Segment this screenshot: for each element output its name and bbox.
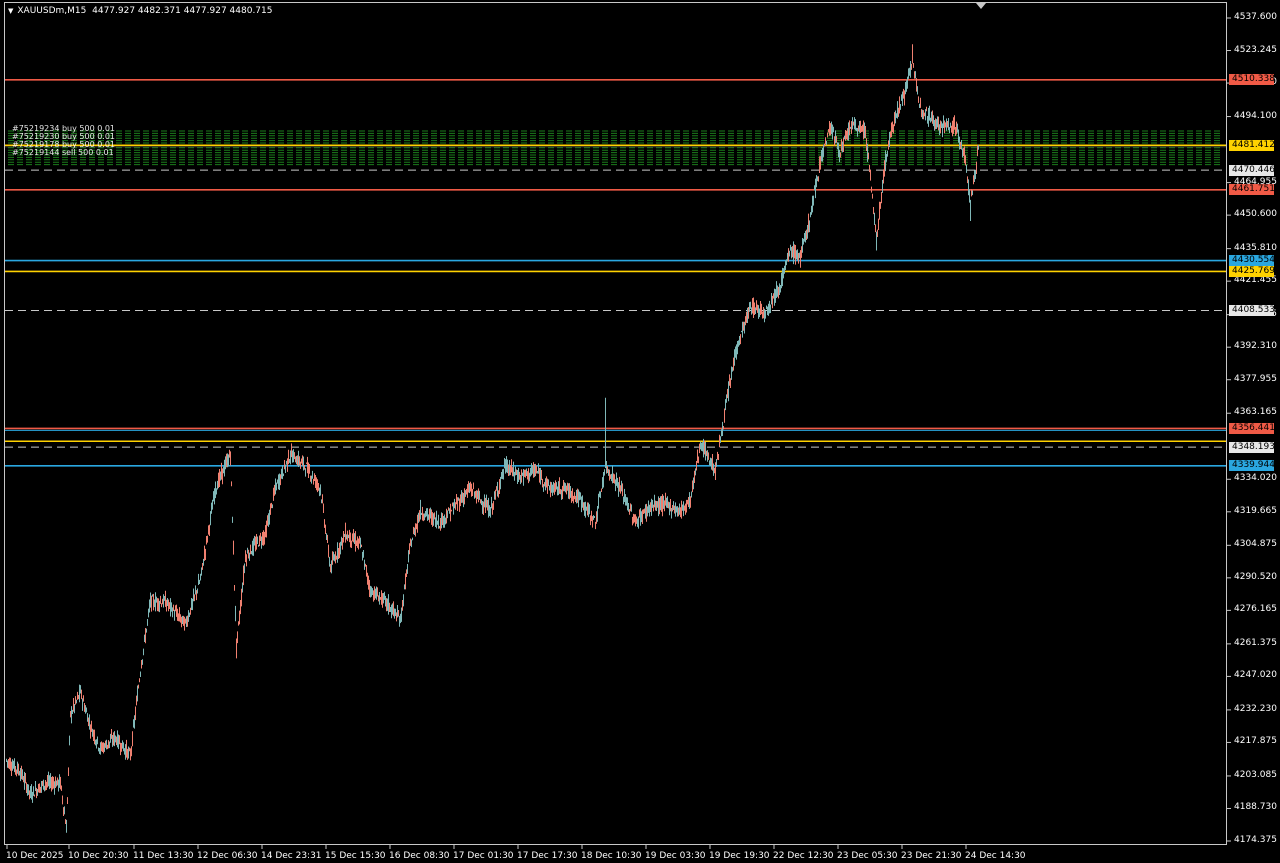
price-level-tag: 4510.338 bbox=[1229, 74, 1275, 86]
candlestick-chart[interactable] bbox=[0, 0, 1280, 863]
price-level-tag: 4470.446 bbox=[1229, 164, 1275, 176]
time-tick-label: 10 Dec 20:30 bbox=[68, 851, 129, 861]
price-tick-label: 4392.310 bbox=[1234, 341, 1277, 352]
price-tick-label: 4435.810 bbox=[1234, 242, 1277, 253]
time-tick-label: 14 Dec 23:31 bbox=[261, 851, 322, 861]
price-level-tag: 4461.751 bbox=[1229, 184, 1275, 196]
time-tick-label: 18 Dec 10:30 bbox=[581, 851, 642, 861]
chart-window[interactable]: ▼ XAUUSDm,M15 4477.927 4482.371 4477.927 … bbox=[0, 0, 1280, 863]
symbol-name: XAUUSDm,M15 bbox=[17, 6, 87, 16]
price-level-tag: 4430.554 bbox=[1229, 255, 1275, 267]
symbol-header: ▼ XAUUSDm,M15 4477.927 4482.371 4477.927 … bbox=[8, 6, 272, 16]
price-tick-label: 4334.020 bbox=[1234, 473, 1277, 484]
price-tick-label: 4537.600 bbox=[1234, 12, 1277, 22]
time-tick-label: 12 Dec 06:30 bbox=[197, 851, 258, 861]
price-tick-label: 4276.165 bbox=[1234, 604, 1277, 615]
price-tick-label: 4247.020 bbox=[1234, 670, 1277, 681]
price-level-tag: 4339.944 bbox=[1229, 460, 1275, 472]
price-tick-label: 4377.955 bbox=[1234, 373, 1277, 384]
price-tick-label: 4304.875 bbox=[1234, 539, 1277, 550]
price-tick-label: 4319.665 bbox=[1234, 505, 1277, 516]
ohlc-values: 4477.927 4482.371 4477.927 4480.715 bbox=[92, 6, 273, 16]
price-level-tag: 4408.533 bbox=[1229, 304, 1275, 316]
time-tick-label: 16 Dec 08:30 bbox=[389, 851, 450, 861]
price-tick-label: 4203.085 bbox=[1234, 769, 1277, 780]
price-tick-label: 4450.600 bbox=[1234, 209, 1277, 220]
price-level-tag: 4425.769 bbox=[1229, 265, 1275, 277]
time-tick-label: 10 Dec 2025 bbox=[6, 851, 64, 861]
time-tick-label: 19 Dec 03:30 bbox=[645, 851, 706, 861]
price-level-tag: 4356.441 bbox=[1229, 422, 1275, 434]
time-tick-label: 23 Dec 05:30 bbox=[837, 851, 898, 861]
time-tick-label: 24 Dec 14:30 bbox=[965, 851, 1026, 861]
time-tick-label: 23 Dec 21:30 bbox=[901, 851, 962, 861]
time-tick-label: 17 Dec 17:30 bbox=[517, 851, 578, 861]
price-tick-label: 4217.875 bbox=[1234, 736, 1277, 747]
price-tick-label: 4523.245 bbox=[1234, 44, 1277, 55]
price-tick-label: 4174.375 bbox=[1234, 835, 1277, 845]
time-tick-label: 22 Dec 12:30 bbox=[773, 851, 834, 861]
time-tick-label: 15 Dec 15:30 bbox=[325, 851, 386, 861]
trade-label: #75219144 sell 500 0.01 bbox=[12, 148, 114, 157]
time-tick-label: 17 Dec 01:30 bbox=[453, 851, 514, 861]
price-level-tag: 4481.412 bbox=[1229, 139, 1275, 151]
price-tick-label: 4261.375 bbox=[1234, 637, 1277, 648]
price-tick-label: 4363.165 bbox=[1234, 407, 1277, 418]
price-tick-label: 4494.100 bbox=[1234, 110, 1277, 121]
time-tick-label: 19 Dec 19:30 bbox=[709, 851, 770, 861]
dropdown-arrow-icon[interactable]: ▼ bbox=[8, 7, 13, 15]
chart-shift-marker-icon[interactable] bbox=[976, 3, 986, 9]
time-tick-label: 11 Dec 13:30 bbox=[133, 851, 194, 861]
price-tick-label: 4290.520 bbox=[1234, 571, 1277, 582]
price-level-tag: 4348.193 bbox=[1229, 441, 1275, 453]
price-tick-label: 4232.230 bbox=[1234, 703, 1277, 714]
price-tick-label: 4188.730 bbox=[1234, 802, 1277, 813]
